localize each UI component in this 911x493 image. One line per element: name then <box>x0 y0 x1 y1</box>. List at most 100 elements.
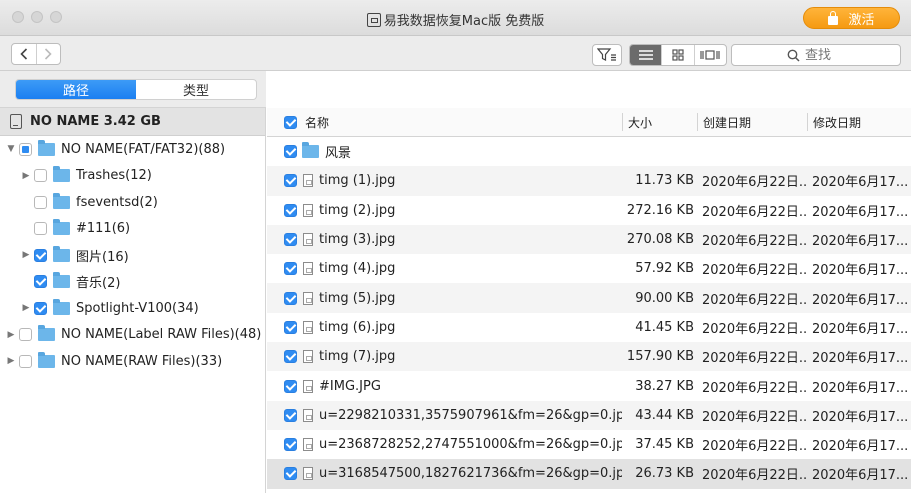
table-row[interactable]: timg (6).jpg 41.45 KB 2020年6月22日... 2020年6月… <box>267 313 911 342</box>
list-view-button[interactable] <box>630 45 662 65</box>
file-list: 名称 大小 创建日期 修改日期 风景 timg (1).jpg 11.73 KB 20… <box>267 108 911 493</box>
tree-item[interactable]: ▶ NO NAME(Label RAW Files)(48) <box>0 322 265 349</box>
cell-created: 2020年6月22日... <box>702 380 807 396</box>
table-row[interactable]: timg (1).jpg 11.73 KB 2020年6月22日... 2020年6月… <box>267 166 911 196</box>
cell-name: u=3168547500,1827621736&fm=26&gp=0.jpg <box>267 466 622 481</box>
grid-view-button[interactable] <box>661 45 693 65</box>
column-size[interactable]: 大小 <box>622 113 697 131</box>
disclosure-collapsed-icon[interactable]: ▶ <box>22 250 30 260</box>
row-checkbox[interactable] <box>284 408 297 422</box>
view-mode-switcher <box>629 44 727 66</box>
table-row[interactable]: timg (7).jpg 157.90 KB 2020年6月22日... 2020年6… <box>267 342 911 372</box>
column-name[interactable]: 名称 <box>267 114 622 131</box>
app-icon <box>366 13 381 27</box>
row-checkbox[interactable] <box>284 467 297 481</box>
cell-created: 2020年6月22日... <box>702 292 807 308</box>
file-name: #IMG.JPG <box>319 378 381 394</box>
drive-header[interactable]: NO NAME 3.42 GB <box>0 108 265 136</box>
checkbox[interactable] <box>34 248 47 262</box>
cell-name: timg (3).jpg <box>267 232 622 247</box>
row-checkbox[interactable] <box>284 438 297 452</box>
row-checkbox[interactable] <box>284 203 297 217</box>
activate-button[interactable]: 激活 <box>803 7 900 29</box>
checkbox[interactable] <box>34 195 47 209</box>
checkbox[interactable] <box>34 275 47 289</box>
sidebar: NO NAME 3.42 GB ▼ NO NAME(FAT/FAT32)(88)… <box>0 108 266 493</box>
row-checkbox[interactable] <box>284 291 297 305</box>
row-checkbox[interactable] <box>284 320 297 334</box>
disclosure-collapsed-icon[interactable]: ▶ <box>7 330 15 340</box>
tree-item[interactable]: 音乐(2) <box>0 269 265 296</box>
tree-item[interactable]: ▶ NO NAME(RAW Files)(33) <box>0 348 265 375</box>
columns-view-button[interactable] <box>693 45 726 65</box>
row-checkbox[interactable] <box>284 350 297 364</box>
tab-type[interactable]: 类型 <box>136 80 256 99</box>
disclosure-collapsed-icon[interactable]: ▶ <box>22 303 30 313</box>
columns-view-icon <box>700 50 720 60</box>
tree-item[interactable]: fseventsd(2) <box>0 189 265 216</box>
disclosure-collapsed-icon[interactable]: ▶ <box>7 356 15 366</box>
table-row[interactable]: u=3168547500,1827621736&fm=26&gp=0.jpg 26… <box>267 459 911 489</box>
row-checkbox[interactable] <box>284 145 297 159</box>
search-box[interactable] <box>731 44 901 66</box>
tree-item[interactable]: ▶ Trashes(12) <box>0 163 265 190</box>
cell-size: 57.92 KB <box>635 261 694 277</box>
tree-item[interactable]: ▶ 图片(16) <box>0 242 265 269</box>
navigation-buttons <box>11 43 61 65</box>
cell-modified: 2020年6月17... <box>812 380 909 396</box>
row-checkbox[interactable] <box>284 379 297 393</box>
folder-icon <box>53 192 70 209</box>
row-checkbox[interactable] <box>284 174 297 188</box>
chevron-left-icon <box>20 48 27 60</box>
cell-created: 2020年6月22日... <box>702 409 807 425</box>
file-name: timg (1).jpg <box>319 173 396 189</box>
checkbox[interactable] <box>19 142 32 156</box>
disclosure-expanded-icon[interactable]: ▼ <box>7 144 15 154</box>
select-all-checkbox[interactable] <box>284 115 297 129</box>
cell-created: 2020年6月22日... <box>702 439 807 455</box>
cell-name: timg (5).jpg <box>267 291 622 306</box>
table-row[interactable]: 风景 <box>267 137 911 166</box>
chevron-right-icon <box>45 48 52 60</box>
cell-name: timg (2).jpg <box>267 203 622 218</box>
table-row[interactable]: timg (2).jpg 272.16 KB 2020年6月22日... 2020年6… <box>267 196 911 225</box>
table-row[interactable]: #IMG.JPG 38.27 KB 2020年6月22日... 2020年6月17..… <box>267 371 911 400</box>
checkbox[interactable] <box>34 301 47 315</box>
disclosure-collapsed-icon[interactable]: ▶ <box>22 171 30 181</box>
tree-item-label: fseventsd(2) <box>76 194 158 210</box>
checkbox[interactable] <box>34 169 47 183</box>
tree-item[interactable]: ▼ NO NAME(FAT/FAT32)(88) <box>0 136 265 163</box>
tab-path[interactable]: 路径 <box>16 80 136 99</box>
image-file-icon <box>303 291 313 305</box>
tree-item[interactable]: ▶ Spotlight-V100(34) <box>0 295 265 322</box>
table-row[interactable]: u=2298210331,3575907961&fm=26&gp=0.jpg 43… <box>267 400 911 430</box>
image-file-icon <box>303 233 313 247</box>
cell-name: #IMG.JPG <box>267 379 622 394</box>
forward-button[interactable] <box>35 44 61 64</box>
table-row[interactable]: timg (3).jpg 270.08 KB 2020年6月22日... 2020年6… <box>267 224 911 255</box>
tree-item[interactable]: #111(6) <box>0 216 265 243</box>
row-checkbox[interactable] <box>284 233 297 247</box>
table-row[interactable]: timg (4).jpg 57.92 KB 2020年6月22日... 2020年6月… <box>267 254 911 283</box>
folder-icon <box>38 351 55 368</box>
folder-tree: ▼ NO NAME(FAT/FAT32)(88) ▶ Trashes(12) f… <box>0 136 265 375</box>
row-checkbox[interactable] <box>284 262 297 276</box>
checkbox[interactable] <box>19 328 32 342</box>
back-button[interactable] <box>12 44 36 64</box>
image-file-icon <box>303 467 313 481</box>
lock-icon <box>828 10 839 25</box>
table-row[interactable]: timg (5).jpg 90.00 KB 2020年6月22日... 2020年6月… <box>267 283 911 313</box>
file-name: timg (7).jpg <box>319 349 396 365</box>
filter-button[interactable] <box>592 44 622 66</box>
cell-name: timg (1).jpg <box>267 173 622 188</box>
table-row[interactable]: u=2368728252,2747551000&fm=26&gp=0.jpg 37… <box>267 430 911 459</box>
search-input[interactable] <box>805 47 845 63</box>
cell-size: 11.73 KB <box>635 173 694 189</box>
column-created[interactable]: 创建日期 <box>697 113 807 131</box>
checkbox[interactable] <box>19 354 32 368</box>
column-modified[interactable]: 修改日期 <box>807 113 911 131</box>
checkbox[interactable] <box>34 222 47 236</box>
cell-size: 37.45 KB <box>635 437 694 453</box>
file-name: u=2368728252,2747551000&fm=26&gp=0.jpg <box>319 437 622 453</box>
image-file-icon <box>303 262 313 276</box>
